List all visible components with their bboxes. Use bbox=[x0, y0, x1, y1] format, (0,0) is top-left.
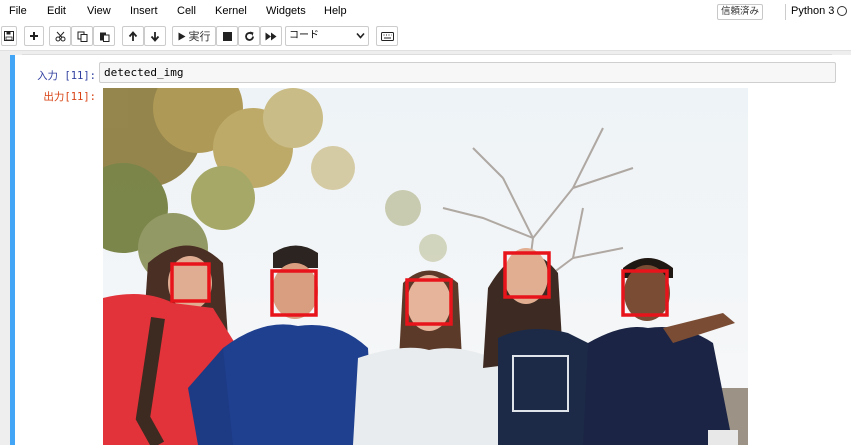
menu-cell[interactable]: Cell bbox=[177, 5, 196, 17]
kernel-name: Python 3 bbox=[791, 5, 835, 17]
move-down-button[interactable] bbox=[144, 26, 166, 46]
copy-button[interactable] bbox=[71, 26, 93, 46]
cell-type-select[interactable]: コード bbox=[285, 26, 369, 46]
save-icon bbox=[4, 31, 14, 41]
copy-icon bbox=[77, 31, 87, 42]
input-prompt: 入力 [11]: bbox=[37, 70, 96, 82]
trusted-indicator[interactable]: 信頼済み bbox=[717, 4, 763, 20]
cell-type-value: コード bbox=[289, 30, 319, 41]
restart-icon bbox=[244, 31, 254, 41]
run-label: 実行 bbox=[188, 31, 211, 43]
restart-button[interactable] bbox=[238, 26, 260, 46]
cut-icon bbox=[55, 31, 65, 41]
paste-button[interactable] bbox=[93, 26, 115, 46]
toolbar: 実行 コード bbox=[0, 26, 851, 48]
arrow-up-icon bbox=[128, 30, 138, 41]
code-input-area[interactable]: detected_img bbox=[99, 62, 836, 83]
menu-view[interactable]: View bbox=[87, 5, 111, 17]
menu-edit[interactable]: Edit bbox=[47, 5, 66, 17]
keyboard-icon bbox=[380, 31, 394, 41]
output-prompt: 出力[11]: bbox=[43, 91, 96, 103]
previous-cell-edge bbox=[22, 51, 832, 55]
output-image bbox=[103, 88, 748, 445]
stop-icon bbox=[222, 31, 232, 41]
cut-button[interactable] bbox=[49, 26, 71, 46]
kernel-status-icon bbox=[837, 6, 847, 16]
restart-run-all-button[interactable] bbox=[260, 26, 282, 46]
save-button[interactable] bbox=[1, 26, 17, 46]
chevron-down-icon bbox=[356, 32, 365, 39]
code-text: detected_img bbox=[104, 66, 184, 79]
face-detection-photo bbox=[103, 88, 748, 445]
add-cell-button[interactable] bbox=[24, 26, 44, 46]
interrupt-button[interactable] bbox=[216, 26, 238, 46]
menu-kernel[interactable]: Kernel bbox=[215, 5, 247, 17]
run-icon bbox=[178, 32, 185, 40]
paste-icon bbox=[99, 32, 109, 42]
command-palette-button[interactable] bbox=[376, 26, 398, 46]
menu-bar: File Edit View Insert Cell Kernel Widget… bbox=[0, 0, 851, 24]
plus-icon bbox=[30, 32, 38, 40]
fast-forward-icon bbox=[265, 32, 277, 40]
menu-widgets[interactable]: Widgets bbox=[266, 5, 306, 17]
kernel-divider bbox=[785, 4, 786, 20]
menu-file[interactable]: File bbox=[9, 5, 27, 17]
menu-insert[interactable]: Insert bbox=[130, 5, 158, 17]
arrow-down-icon bbox=[150, 31, 160, 42]
run-button[interactable]: 実行 bbox=[172, 26, 216, 46]
menu-help[interactable]: Help bbox=[324, 5, 347, 17]
move-up-button[interactable] bbox=[122, 26, 144, 46]
